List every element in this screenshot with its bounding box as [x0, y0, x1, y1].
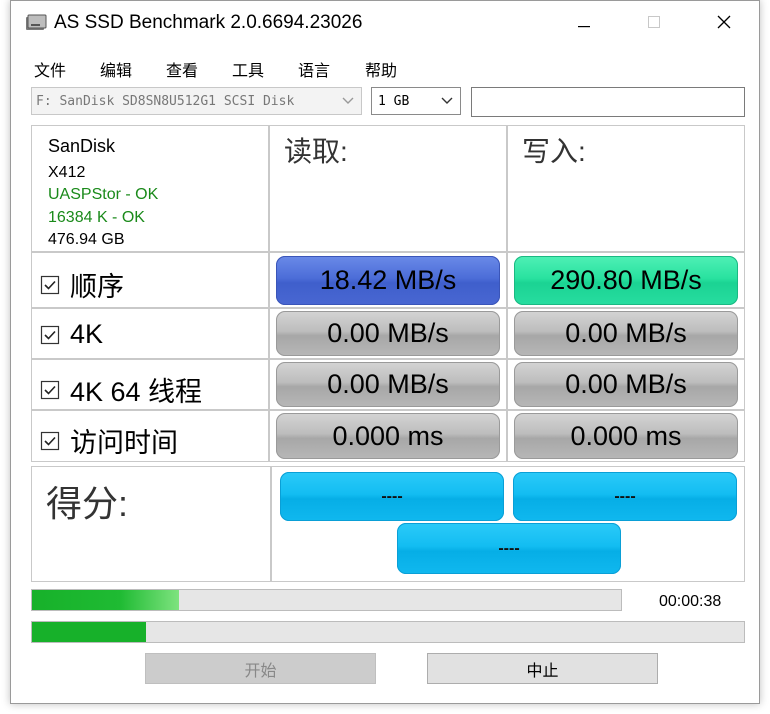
window-title: AS SSD Benchmark 2.0.6694.23026	[54, 12, 363, 33]
4k-read-value: 0.00 MB/s	[276, 311, 500, 356]
menu-view[interactable]: 查看	[166, 57, 198, 81]
driver-status: UASPStor - OK	[48, 186, 159, 203]
row-4k-label-cell: 4K	[31, 308, 269, 359]
4k64-label: 4K 64 线程	[70, 377, 203, 407]
checkbox-checked-icon	[40, 325, 60, 345]
4k64-write-value: 0.00 MB/s	[514, 362, 738, 407]
info-text-field[interactable]	[471, 87, 745, 117]
menu-bar: 文件 编辑 查看 工具 语言 帮助	[11, 51, 759, 81]
drive-icon	[25, 14, 47, 32]
elapsed-time: 00:00:38	[659, 593, 722, 610]
row-4k64-label-cell: 4K 64 线程	[31, 359, 269, 410]
overall-progress-bar	[31, 589, 622, 611]
minimize-button[interactable]	[549, 1, 619, 47]
device-brand: SanDisk	[48, 136, 116, 156]
device-model: X412	[48, 164, 86, 181]
total-score: ----	[397, 523, 621, 574]
results-grid: SanDisk X412 UASPStor - OK 16384 K - OK …	[31, 125, 745, 582]
test-size-select[interactable]: 1 GB	[371, 87, 461, 115]
4k64-write-cell: 0.00 MB/s	[507, 359, 745, 410]
device-capacity: 476.94 GB	[48, 231, 125, 248]
access-write-cell: 0.000 ms	[507, 410, 745, 462]
drive-select[interactable]: F: SanDisk SD8SN8U512G1 SCSI Disk	[31, 87, 362, 115]
seq-write-cell: 290.80 MB/s	[507, 252, 745, 308]
checkbox-checked-icon	[40, 431, 60, 451]
maximize-icon	[648, 15, 660, 33]
menu-tools[interactable]: 工具	[232, 57, 264, 81]
write-label: 写入:	[522, 136, 586, 167]
access-checkbox[interactable]: 访问时间	[40, 421, 178, 460]
app-window: AS SSD Benchmark 2.0.6694.23026 文件 编辑 查看…	[10, 0, 760, 704]
seq-read-value: 18.42 MB/s	[276, 256, 500, 305]
chevron-down-icon	[338, 91, 358, 111]
start-button[interactable]: 开始	[145, 653, 376, 684]
seq-read-cell: 18.42 MB/s	[269, 252, 507, 308]
access-read-value: 0.000 ms	[276, 413, 500, 459]
access-label: 访问时间	[70, 428, 178, 458]
score-label: 得分:	[46, 483, 129, 524]
test-size-value: 1 GB	[378, 94, 410, 109]
access-read-cell: 0.000 ms	[269, 410, 507, 462]
close-icon	[717, 15, 731, 34]
chevron-down-icon	[437, 91, 457, 111]
stop-button[interactable]: 中止	[427, 653, 658, 684]
read-label: 读取:	[284, 136, 348, 167]
write-column-header: 写入:	[507, 125, 745, 252]
menu-language[interactable]: 语言	[298, 57, 330, 81]
score-label-cell: 得分:	[31, 466, 271, 582]
row-seq-label-cell: 顺序	[31, 252, 269, 308]
seq-write-value: 290.80 MB/s	[514, 256, 738, 305]
write-score: ----	[513, 472, 737, 521]
4k64-read-value: 0.00 MB/s	[276, 362, 500, 407]
checkbox-checked-icon	[40, 275, 60, 295]
row-access-label-cell: 访问时间	[31, 410, 269, 462]
menu-file[interactable]: 文件	[34, 57, 66, 81]
seq-label: 顺序	[70, 272, 124, 302]
current-progress-bar	[31, 621, 745, 643]
read-score: ----	[280, 472, 504, 521]
minimize-icon	[578, 15, 590, 33]
4k-label: 4K	[70, 319, 104, 349]
seq-checkbox[interactable]: 顺序	[40, 265, 124, 304]
score-panel: ---- ---- ----	[271, 466, 745, 582]
menu-help[interactable]: 帮助	[365, 57, 397, 81]
close-button[interactable]	[689, 1, 759, 47]
maximize-button[interactable]	[619, 1, 689, 47]
4k-write-cell: 0.00 MB/s	[507, 308, 745, 359]
alignment-status: 16384 K - OK	[48, 209, 145, 226]
menu-edit[interactable]: 编辑	[100, 57, 132, 81]
drive-select-value: F: SanDisk SD8SN8U512G1 SCSI Disk	[36, 94, 295, 109]
checkbox-checked-icon	[40, 380, 60, 400]
access-write-value: 0.000 ms	[514, 413, 738, 459]
4k64-checkbox[interactable]: 4K 64 线程	[40, 370, 202, 409]
device-info-panel: SanDisk X412 UASPStor - OK 16384 K - OK …	[31, 125, 269, 252]
4k-checkbox[interactable]: 4K	[40, 319, 103, 350]
title-bar[interactable]: AS SSD Benchmark 2.0.6694.23026	[11, 1, 759, 47]
read-column-header: 读取:	[269, 125, 507, 252]
overall-progress-fill	[32, 590, 180, 610]
4k-write-value: 0.00 MB/s	[514, 311, 738, 356]
4k-read-cell: 0.00 MB/s	[269, 308, 507, 359]
4k64-read-cell: 0.00 MB/s	[269, 359, 507, 410]
current-progress-fill	[32, 622, 146, 642]
